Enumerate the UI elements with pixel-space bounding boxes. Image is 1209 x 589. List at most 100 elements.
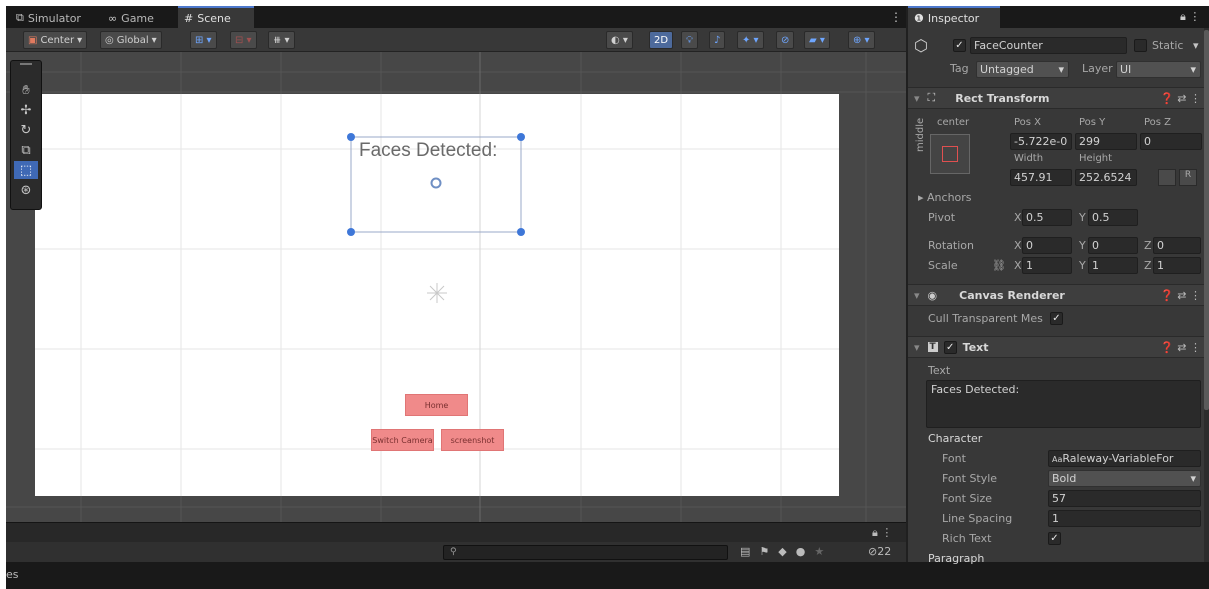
lighting-toggle[interactable]: 💡︎ — [681, 31, 698, 49]
text-component-header[interactable]: ▾ T ✓ Text ❓ ⇄ ⋮ — [908, 336, 1209, 358]
tag-dropdown[interactable]: Untagged ▾ — [976, 61, 1069, 78]
anchor-preset-button[interactable] — [930, 134, 970, 174]
home-button[interactable]: Home — [405, 394, 468, 416]
tab-game[interactable]: ∞ Game — [102, 8, 160, 28]
gameobject-cube-icon: ⬡ — [914, 36, 928, 55]
line-spacing-label: Line Spacing — [942, 512, 1013, 525]
tab-simulator[interactable]: ⧉ Simulator — [10, 8, 87, 28]
transform-tool-icon[interactable]: ⊛ — [14, 181, 38, 199]
camera-icon: ▰ ▾ — [809, 34, 825, 46]
font-value: Raleway-VariableFor — [1062, 452, 1174, 465]
constrain-proportions-icon[interactable]: ⛓ — [992, 259, 1006, 272]
search-input[interactable]: ⚲ — [443, 545, 728, 560]
anchor-h-label: center — [937, 117, 970, 128]
font-style-dropdown[interactable]: Bold ▾ — [1048, 470, 1201, 487]
scene-view[interactable]: Faces Detected: Home Switch Camera scree… — [6, 52, 906, 522]
font-asset-icon: Aa — [1052, 455, 1063, 464]
static-checkbox[interactable] — [1134, 39, 1147, 52]
font-size-field[interactable]: 57 — [1048, 490, 1201, 507]
draw-mode-dropdown[interactable]: ◐ ▾ — [606, 31, 633, 49]
text-enabled-checkbox[interactable]: ✓ — [943, 340, 957, 354]
pivot-x-field[interactable]: 0.5 — [1022, 209, 1072, 226]
layer-dropdown[interactable]: UI ▾ — [1116, 61, 1201, 78]
audio-toggle[interactable]: ♪ — [709, 31, 726, 49]
inspector-scrollbar-thumb[interactable] — [1204, 30, 1209, 410]
lock-icon[interactable]: 🔒︎ ⋮ — [1180, 10, 1200, 24]
blueprint-mode-button[interactable] — [1158, 169, 1176, 186]
font-size-label: Font Size — [942, 492, 993, 505]
status-text: es — [6, 568, 19, 581]
switch-camera-button[interactable]: Switch Camera — [371, 429, 434, 451]
pos-z-field[interactable]: 0 — [1140, 133, 1202, 150]
incremental-snap-button[interactable]: ⧻ ▾ — [268, 31, 295, 49]
font-field[interactable]: AaRaleway-VariableFor — [1048, 450, 1201, 467]
scale-y-field[interactable]: 1 — [1088, 257, 1138, 274]
faces-detected-text[interactable]: Faces Detected: — [359, 140, 497, 162]
hidden-packages-button[interactable]: ⊘22 — [868, 545, 891, 558]
rect-transform-header[interactable]: ▾ ⛶ Rect Transform ❓ ⇄ ⋮ — [908, 87, 1209, 109]
eye-icon: ◉ — [927, 288, 938, 302]
component-title: Text — [962, 340, 989, 354]
tag-icon[interactable]: ◆ — [778, 545, 795, 558]
scale-x-field[interactable]: 1 — [1022, 257, 1072, 274]
scene-grid-icon: # — [184, 11, 194, 25]
pos-x-field[interactable]: -5.722e-0 — [1010, 133, 1072, 150]
object-name-input[interactable]: FaceCounter — [970, 37, 1127, 54]
hand-tool-icon[interactable]: ✋︎ — [14, 81, 38, 99]
rotation-x-field[interactable]: 0 — [1022, 237, 1072, 254]
bottom-panel-tabbar: 🔒︎ ⋮ — [6, 522, 906, 542]
width-field[interactable]: 457.91 — [1010, 169, 1072, 186]
tab-inspector[interactable]: ❶ Inspector — [908, 6, 1000, 28]
ui-canvas[interactable]: Faces Detected: Home Switch Camera scree… — [35, 94, 839, 496]
type-filter-icon[interactable]: ▤ — [740, 545, 759, 558]
rotate-tool-icon[interactable]: ↻ — [14, 121, 38, 139]
lock-icon[interactable]: 🔒︎ ⋮ — [872, 526, 892, 540]
component-menu-icons[interactable]: ❓ ⇄ ⋮ — [1160, 289, 1201, 302]
snap-increment-button[interactable]: ⊟ ▾ — [230, 31, 257, 49]
space-dropdown[interactable]: ◎ Global ▾ — [100, 31, 162, 49]
star-icon[interactable]: ★ — [814, 545, 833, 558]
chevron-down-icon[interactable]: ▾ — [1193, 39, 1199, 52]
shading-icon: ◐ ▾ — [611, 34, 628, 46]
more-options-icon[interactable]: ⋮ — [890, 10, 902, 24]
tab-scene[interactable]: # Scene — [178, 6, 254, 28]
scale-tool-icon[interactable]: ⧉ — [14, 141, 38, 159]
gizmos-dropdown[interactable]: ⊕ ▾ — [848, 31, 875, 49]
active-checkbox[interactable]: ✓ — [953, 39, 966, 52]
component-menu-icons[interactable]: ❓ ⇄ ⋮ — [1160, 92, 1201, 105]
pos-x-label: Pos X — [1014, 117, 1042, 128]
foldout-arrow-icon: ▾ — [914, 91, 920, 105]
pivot-label: Center — [40, 34, 75, 46]
cull-transparent-checkbox[interactable]: ✓ — [1050, 312, 1063, 325]
component-menu-icons[interactable]: ❓ ⇄ ⋮ — [1160, 341, 1201, 354]
tool-palette: ✋︎ ✢ ↻ ⧉ ⬚ ⊛ — [10, 60, 42, 210]
anchors-foldout[interactable]: ▸ Anchors — [918, 191, 972, 204]
rich-text-checkbox[interactable]: ✓ — [1048, 532, 1061, 545]
move-tool-icon[interactable]: ✢ — [14, 101, 38, 119]
rect-tool-icon[interactable]: ⬚ — [14, 161, 38, 179]
label-filter-icon[interactable]: ⚑ — [759, 545, 778, 558]
camera-dropdown[interactable]: ▰ ▾ — [804, 31, 830, 49]
rotation-y-field[interactable]: 0 — [1088, 237, 1138, 254]
eye-slash-icon: ⊘ — [781, 34, 790, 46]
info-icon[interactable]: ● — [796, 545, 815, 558]
rotation-z-field[interactable]: 0 — [1153, 237, 1201, 254]
scale-z-field[interactable]: 1 — [1153, 257, 1201, 274]
pivot-y-field[interactable]: 0.5 — [1088, 209, 1138, 226]
rot-z-axis: Z — [1144, 239, 1152, 252]
effects-dropdown[interactable]: ✦ ▾ — [737, 31, 764, 49]
drag-handle-icon[interactable] — [20, 63, 32, 65]
hidden-objects-toggle[interactable]: ⊘ — [776, 31, 795, 49]
grid-snap-button[interactable]: ⊞ ▾ — [190, 31, 217, 49]
2d-toggle[interactable]: 2D — [649, 31, 674, 49]
pos-y-field[interactable]: 299 — [1075, 133, 1137, 150]
line-spacing-field[interactable]: 1 — [1048, 510, 1201, 527]
screenshot-button[interactable]: screenshot — [441, 429, 504, 451]
tag-value: Untagged — [980, 63, 1034, 76]
text-content-area[interactable]: Faces Detected: — [926, 380, 1201, 428]
canvas-renderer-header[interactable]: ▾ ◉ Canvas Renderer ❓ ⇄ ⋮ — [908, 284, 1209, 306]
height-field[interactable]: 252.6524 — [1075, 169, 1137, 186]
pivot-dropdown[interactable]: ▣ Center ▾ — [23, 31, 88, 49]
tab-label: Scene — [197, 11, 231, 25]
raw-edit-button[interactable]: R — [1179, 169, 1197, 186]
